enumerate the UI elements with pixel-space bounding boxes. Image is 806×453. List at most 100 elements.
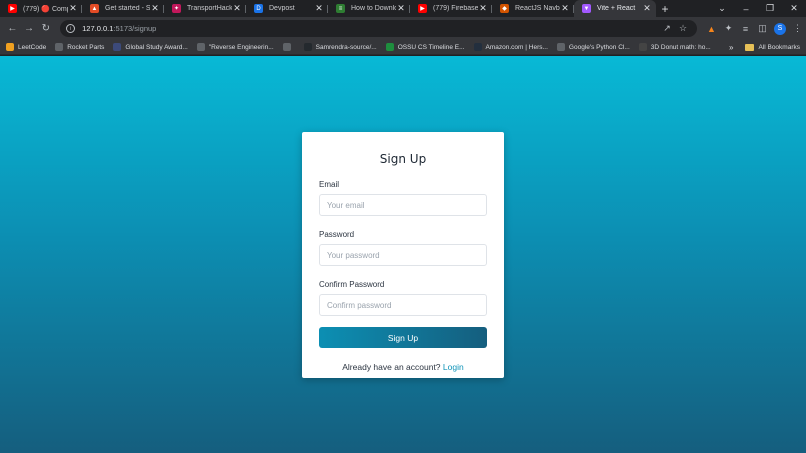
tab-search-icon[interactable]: ⌄ xyxy=(710,3,734,14)
tab-close-icon[interactable]: ✕ xyxy=(560,4,570,13)
password-label: Password xyxy=(319,230,355,239)
email-field[interactable] xyxy=(319,194,487,216)
bookmark-label: Samrendra-source/... xyxy=(315,43,377,51)
leetcode-icon xyxy=(6,43,14,51)
tab-3[interactable]: D Devpost ✕ xyxy=(246,0,328,17)
github-icon xyxy=(303,43,312,51)
bookmark-label: Rocket Parts xyxy=(67,43,105,51)
minimize-button[interactable]: – xyxy=(734,4,758,14)
close-window-button[interactable]: ✕ xyxy=(782,3,806,14)
login-prompt-text: Already have an account? xyxy=(342,362,441,372)
profile-avatar[interactable]: S xyxy=(774,22,786,35)
tab-close-icon[interactable]: ✕ xyxy=(232,4,242,13)
bookmarks-bar: LeetCode Rocket Parts Global Study Award..… xyxy=(0,40,806,55)
bookmark-label: Amazon.com | Hers... xyxy=(485,43,548,51)
globe-icon xyxy=(55,43,64,51)
tab-7[interactable]: ▼ Vite + React ✕ xyxy=(574,0,656,17)
bookmark-item[interactable]: "Reverse Engineerin... xyxy=(196,43,274,51)
url-host: 127.0.0.1 xyxy=(82,24,114,33)
bookmark-item[interactable]: Google's Python Cl... xyxy=(556,43,630,51)
bookmark-label: Google's Python Cl... xyxy=(568,43,630,51)
amazon-icon xyxy=(473,43,482,51)
tab-5[interactable]: ▶ (779) Firebase A✕ xyxy=(410,0,492,17)
email-label: Email xyxy=(319,180,340,189)
tab-close-icon[interactable]: ✕ xyxy=(150,4,160,13)
tab-strip: ▶(779) 🔴 Complet✕▲Get started - Stri✕✦Tr… xyxy=(0,0,806,17)
tab-title: ReactJS Navbar xyxy=(515,5,560,12)
globe-icon xyxy=(282,43,291,51)
bookmark-star-icon[interactable]: ☆ xyxy=(675,23,691,34)
tab-0[interactable]: ▶ (779) 🔴 Complet✕ xyxy=(0,0,82,17)
award-icon xyxy=(113,43,122,51)
login-link[interactable]: Login xyxy=(443,362,464,372)
tab-close-icon[interactable]: ✕ xyxy=(68,4,78,13)
tab-close-icon[interactable]: ✕ xyxy=(642,4,652,13)
tab-6[interactable]: ◆ ReactJS Navbar✕ xyxy=(492,0,574,17)
tab-close-icon[interactable]: ✕ xyxy=(396,4,406,13)
tab-title: TransportHacks | xyxy=(187,5,232,12)
site-info-icon[interactable]: i xyxy=(66,24,76,33)
metamask-icon[interactable]: ▲ xyxy=(703,24,720,34)
tab-4[interactable]: ≡ How to Downlo: ✕ xyxy=(328,0,410,17)
vite-icon: ▼ xyxy=(582,4,591,13)
back-arrow-icon[interactable]: ← xyxy=(4,20,21,37)
bookmark-label: 3D Donut math: ho... xyxy=(650,43,711,51)
side-panel-icon[interactable]: ◫ xyxy=(754,23,771,34)
tab-title: Vite + React xyxy=(597,5,636,12)
reading-list-icon[interactable]: ≡ xyxy=(737,24,754,34)
login-prompt: Already have an account? Login xyxy=(319,362,487,372)
bookmark-item[interactable]: 3D Donut math: ho... xyxy=(638,43,711,51)
docs-icon: ≡ xyxy=(336,4,345,13)
bookmark-item[interactable]: Samrendra-source/... xyxy=(303,43,377,51)
url-path: :5173/signup xyxy=(113,24,157,33)
reload-icon[interactable]: ↻ xyxy=(37,20,54,37)
sheets-icon xyxy=(385,43,394,51)
password-field[interactable] xyxy=(319,244,487,266)
confirm-password-field[interactable] xyxy=(319,294,487,316)
bookmark-item[interactable]: LeetCode xyxy=(6,43,46,51)
tab-list: ▶(779) 🔴 Complet✕▲Get started - Stri✕✦Tr… xyxy=(0,0,656,17)
tab-close-icon[interactable]: ✕ xyxy=(478,4,488,13)
tab-title: (779) Firebase A xyxy=(433,5,478,12)
window-controls: ⌄ – ❐ ✕ xyxy=(710,0,806,17)
more-bookmarks-icon[interactable]: » xyxy=(729,43,733,52)
strapi-icon: ▲ xyxy=(90,4,99,13)
share-icon[interactable]: ↗ xyxy=(659,23,675,34)
tab-close-icon[interactable]: ✕ xyxy=(314,4,324,13)
address-bar[interactable]: i 127.0.0.1:5173/signup ↗ ☆ xyxy=(60,20,697,37)
bookmark-label: OSSU CS Timeline E... xyxy=(397,43,465,51)
bookmark-item[interactable] xyxy=(282,43,295,51)
bookmark-item[interactable]: OSSU CS Timeline E... xyxy=(385,43,465,51)
browser-toolbar: ← → ↻ i 127.0.0.1:5173/signup ↗ ☆ ▲ ✦ ≡ … xyxy=(0,17,806,40)
restore-button[interactable]: ❐ xyxy=(758,3,782,14)
tab-title: Devpost xyxy=(269,5,295,12)
article-icon: ◆ xyxy=(500,4,509,13)
bookmark-label: "Reverse Engineerin... xyxy=(208,43,274,51)
bookmark-item[interactable]: Amazon.com | Hers... xyxy=(473,43,548,51)
tab-1[interactable]: ▲ Get started - Stri✕ xyxy=(82,0,164,17)
tab-title: How to Downlo: xyxy=(351,5,396,12)
bookmarks-right: » All Bookmarks xyxy=(729,40,800,55)
code-icon xyxy=(556,43,565,51)
devpost-icon: D xyxy=(254,4,263,13)
signup-card: Sign Up Email Password Confirm Password … xyxy=(302,132,504,378)
menu-kebab-icon[interactable]: ⋮ xyxy=(789,23,806,34)
all-bookmarks-button[interactable]: All Bookmarks xyxy=(758,44,800,51)
extensions-puzzle-icon[interactable]: ✦ xyxy=(720,23,737,34)
youtube-icon: ▶ xyxy=(8,4,17,13)
donut-icon xyxy=(638,43,647,51)
new-tab-button[interactable]: + xyxy=(656,0,674,17)
grid-icon xyxy=(196,43,205,51)
signup-button[interactable]: Sign Up xyxy=(319,327,487,348)
confirm-password-label: Confirm Password xyxy=(319,280,385,289)
bookmark-item[interactable]: Rocket Parts xyxy=(55,43,104,51)
extension-toolbar: ▲ ✦ ≡ ◫ S ⋮ xyxy=(703,22,806,35)
signup-title: Sign Up xyxy=(379,152,427,166)
tab-title: Get started - Stri xyxy=(105,5,150,12)
bookmark-item[interactable]: Global Study Award... xyxy=(113,43,188,51)
bookmark-label: Global Study Award... xyxy=(125,43,188,51)
youtube-icon: ▶ xyxy=(418,4,427,13)
forward-arrow-icon[interactable]: → xyxy=(21,20,38,37)
page-viewport: Sign Up Email Password Confirm Password … xyxy=(0,56,806,453)
tab-2[interactable]: ✦ TransportHacks |✕ xyxy=(164,0,246,17)
